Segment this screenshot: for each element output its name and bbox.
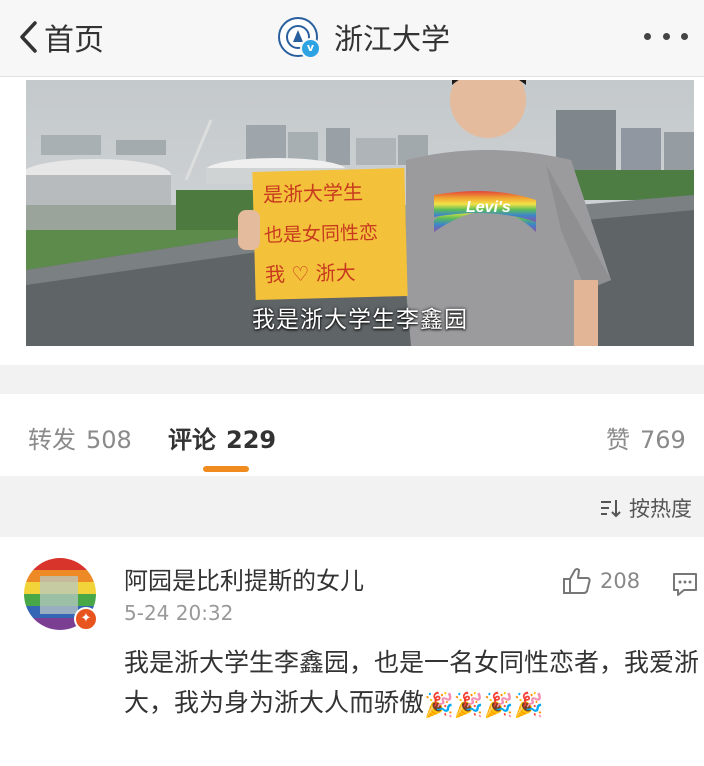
user-badge-icon: ✦: [74, 607, 98, 631]
party-popper-icon: 🎉: [453, 691, 484, 719]
tab-likes-count: 769: [640, 426, 686, 454]
comment-like-count: 208: [600, 569, 641, 593]
tab-comments[interactable]: 评论 229: [168, 420, 276, 455]
sort-bar: 按热度: [0, 477, 704, 537]
party-popper-icon: 🎉: [513, 691, 544, 719]
tab-repost[interactable]: 转发 508: [28, 420, 132, 455]
party-popper-icon: 🎉: [483, 691, 514, 719]
comment-reply-button[interactable]: [672, 571, 698, 601]
post-media-container: Levi's 是浙大学生 也是女同性恋 我 ♡ 浙大 我是浙大学生李鑫园: [0, 77, 704, 365]
comment-body: 我是浙大学生李鑫园，也是一名女同性恋者，我爱浙大，我为身为浙大人而骄傲🎉🎉🎉🎉: [124, 643, 700, 723]
comment-like-button[interactable]: 208: [562, 567, 640, 595]
more-options-button[interactable]: [644, 22, 688, 50]
tab-repost-count: 508: [86, 426, 132, 454]
tab-comments-count: 229: [226, 426, 277, 454]
tab-likes[interactable]: 赞 769: [606, 420, 686, 455]
top-nav-bar: 首页 v 浙江大学: [0, 0, 704, 77]
comment-timestamp: 5-24 20:32: [124, 601, 234, 625]
sign-line-2: 也是女同性恋: [264, 222, 379, 247]
active-tab-indicator: [203, 466, 249, 472]
page-title: 浙江大学: [334, 22, 451, 56]
comment-text: 我是浙大学生李鑫园，也是一名女同性恋者，我爱浙大，我为身为浙大人而骄傲: [124, 648, 700, 717]
sort-label: 按热度: [629, 497, 692, 521]
section-divider: [0, 365, 704, 394]
chevron-left-icon: [20, 21, 37, 53]
university-logo-avatar: v: [278, 17, 321, 59]
account-header[interactable]: v 浙江大学: [278, 14, 450, 60]
dot-icon: [644, 32, 651, 40]
verified-icon: v: [300, 38, 321, 59]
comment-username[interactable]: 阿园是比利提斯的女儿: [124, 561, 364, 596]
comment-item: ✦ 阿园是比利提斯的女儿 5-24 20:32 208 我是浙大学生李鑫园，也是…: [0, 537, 704, 766]
sort-by-hot-button[interactable]: 按热度: [599, 493, 692, 523]
dot-icon: [662, 32, 670, 40]
sign-line-1: 是浙大学生: [263, 180, 364, 207]
dot-icon: [681, 32, 688, 40]
thumbs-up-icon: [563, 568, 591, 594]
video-subtitle: 我是浙大学生李鑫园: [252, 307, 468, 333]
comment-bubble-icon: [673, 573, 697, 596]
back-label: 首页: [44, 23, 104, 58]
sign-line-3: 我 ♡ 浙大: [265, 260, 356, 286]
engagement-tabs: 转发 508 评论 229 赞 769: [0, 394, 704, 476]
tab-repost-label: 转发: [28, 426, 76, 454]
tab-comments-label: 评论: [168, 426, 216, 454]
tab-likes-label: 赞: [606, 426, 630, 454]
video-player[interactable]: Levi's 是浙大学生 也是女同性恋 我 ♡ 浙大 我是浙大学生李鑫园: [26, 80, 694, 346]
sort-icon: [601, 500, 621, 518]
shirt-logo-text: Levi's: [466, 199, 511, 216]
back-button[interactable]: 首页: [18, 14, 104, 60]
party-popper-icon: 🎉: [424, 691, 454, 719]
